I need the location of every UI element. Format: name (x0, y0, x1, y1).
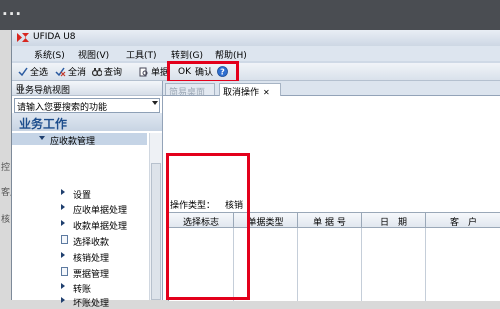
nav-item-receivable-docs[interactable]: 应收单据处理 (12, 201, 147, 216)
nav-item-receipt-docs[interactable]: 收款单据处理 (12, 217, 147, 232)
grid-divider (361, 228, 362, 301)
menu-view[interactable]: 视图(V) (78, 48, 109, 61)
scrollbar-thumb[interactable] (151, 163, 161, 300)
section-title: 业务工作 (19, 117, 68, 131)
nav-item-label: 选择收款 (73, 238, 110, 248)
grid-divider (425, 228, 426, 301)
highlight-box-select-column (166, 153, 250, 300)
tab-label: 取消操作 (223, 88, 260, 98)
nav-item-label: 坏账处理 (73, 299, 110, 309)
group-label: 应收款管理 (50, 137, 96, 147)
overlay-text: ... (2, 1, 23, 19)
expand-arrow-icon (61, 220, 65, 226)
document-icon (61, 235, 68, 244)
title-bar: UFIDA U8 (12, 30, 500, 46)
menu-goto[interactable]: 转到(G) (171, 48, 203, 61)
column-header-customer[interactable]: 客 户 (426, 213, 500, 228)
business-nav-pane: 业务导航视图 ⊟ 请输入您要搜索的功能 业务工作 应收款管理 设置 应收单据处理… (12, 81, 163, 309)
nav-item-label: 收款单据处理 (73, 222, 128, 232)
nav-item-settings[interactable]: 设置 (12, 186, 147, 201)
nav-item-bill-management[interactable]: 票据管理 (12, 265, 147, 280)
column-header-doc-number[interactable]: 单 据 号 (298, 213, 362, 228)
highlight-box-toolbar (167, 61, 239, 83)
menu-tools[interactable]: 工具(T) (126, 48, 157, 61)
deselect-all-label: 全消 (68, 68, 87, 78)
grid-divider (297, 228, 298, 301)
nav-scrollbar[interactable] (149, 133, 162, 300)
menu-bar: 系统(S) 视图(V) 工具(T) 转到(G) 帮助(H) (12, 46, 500, 61)
expand-arrow-icon (61, 204, 65, 210)
expand-arrow-icon (61, 283, 65, 289)
expand-arrow-icon (61, 252, 65, 258)
function-search-input[interactable]: 请输入您要搜索的功能 (14, 98, 160, 113)
query-button[interactable]: 查询 (92, 65, 122, 78)
toolbar: 全选 全消 查询 单据 OK 确认 ? (12, 63, 500, 81)
business-work-section[interactable]: 业务工作 (12, 113, 162, 131)
tab-simple-desktop[interactable]: 简易桌面 (165, 83, 215, 98)
background-overlay-banner: ... (0, 0, 500, 30)
select-all-button[interactable]: 全选 (18, 65, 48, 78)
tab-label: 简易桌面 (169, 88, 206, 98)
nav-item-select-receipt[interactable]: 选择收款 (12, 233, 147, 248)
window-title: UFIDA U8 (33, 32, 76, 42)
menu-system[interactable]: 系统(S) (34, 48, 65, 61)
receivables-group[interactable]: 应收款管理 (12, 133, 147, 147)
nav-item-transfer[interactable]: 转账 (12, 280, 147, 295)
binoculars-icon (92, 67, 102, 76)
close-tab-icon[interactable]: ✕ (263, 88, 270, 97)
tab-strip: 简易桌面 取消操作 ✕ (163, 81, 500, 98)
document-icon (61, 267, 68, 276)
nav-item-label: 票据管理 (73, 270, 110, 280)
nav-item-bad-debt[interactable]: 坏账处理 (12, 294, 147, 309)
column-header-date[interactable]: 日 期 (362, 213, 426, 228)
collapse-arrow-icon (39, 136, 45, 140)
deselect-all-button[interactable]: 全消 (55, 65, 86, 78)
dropdown-arrow-icon[interactable] (152, 101, 158, 105)
search-placeholder: 请输入您要搜索的功能 (17, 103, 108, 113)
expand-arrow-icon (61, 297, 65, 303)
select-all-label: 全选 (30, 68, 49, 78)
tab-cancel-operation[interactable]: 取消操作 ✕ (219, 83, 281, 98)
document-search-icon (139, 67, 148, 76)
background-fragment: 控 (1, 163, 11, 173)
ufida-logo-icon (17, 33, 29, 42)
nav-item-label: 设置 (73, 191, 92, 201)
nav-item-label: 核销处理 (73, 254, 110, 264)
nav-pane-header: 业务导航视图 ⊟ (12, 81, 162, 96)
u8-main-window: UFIDA U8 系统(S) 视图(V) 工具(T) 转到(G) 帮助(H) 全… (11, 30, 500, 309)
menu-help[interactable]: 帮助(H) (215, 48, 247, 61)
background-fragment: 核 (1, 215, 11, 225)
pin-icon[interactable]: ⊟ (16, 83, 159, 93)
expand-arrow-icon (61, 189, 65, 195)
single-document-button[interactable]: 单据 (139, 65, 169, 78)
nav-item-label: 应收单据处理 (73, 206, 128, 216)
checkmark-icon (18, 67, 28, 76)
query-label: 查询 (104, 68, 123, 78)
nav-item-write-off[interactable]: 核销处理 (12, 249, 147, 264)
uncheck-icon (55, 67, 66, 76)
